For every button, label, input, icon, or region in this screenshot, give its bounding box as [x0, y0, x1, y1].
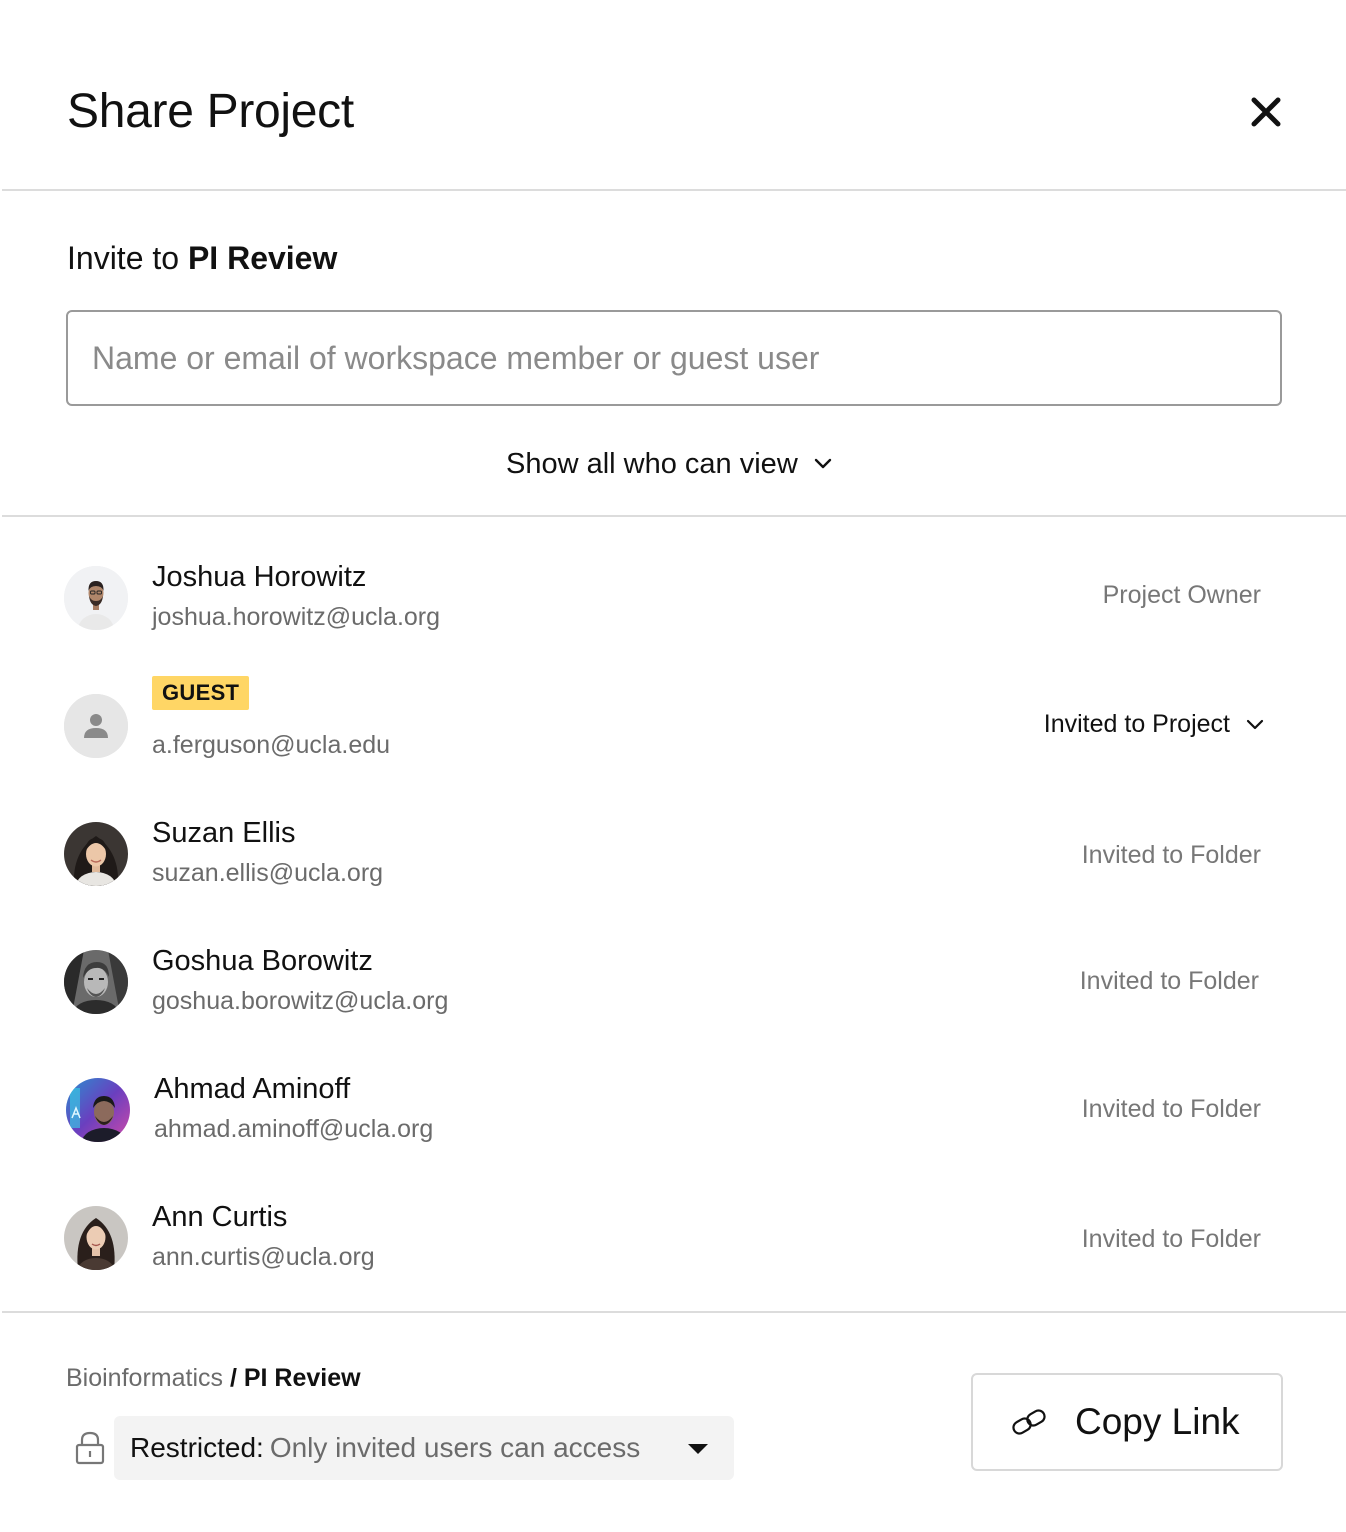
close-icon — [1251, 97, 1281, 127]
invite-search-input[interactable] — [68, 312, 1280, 404]
invite-search-box[interactable] — [66, 310, 1282, 406]
invite-heading: Invite to PI Review — [67, 240, 337, 277]
avatar — [64, 1206, 128, 1270]
lock-icon — [75, 1431, 105, 1465]
avatar — [66, 1078, 130, 1142]
member-email: joshua.horowitz@ucla.org — [152, 603, 441, 631]
list-divider — [2, 515, 1346, 517]
footer-divider — [2, 1311, 1346, 1313]
close-button[interactable] — [1244, 90, 1288, 134]
member-name: Goshua Borowitz — [152, 945, 373, 977]
access-label: Restricted: — [130, 1432, 264, 1463]
dialog-header: Share Project — [0, 0, 1346, 191]
invite-project-name: PI Review — [187, 240, 338, 276]
avatar — [64, 950, 128, 1014]
link-icon — [1012, 1409, 1046, 1435]
chevron-down-icon — [1246, 719, 1264, 729]
member-email: goshua.borowitz@ucla.org — [152, 987, 449, 1015]
member-role: Project Owner — [1102, 581, 1261, 609]
member-name: Suzan Ellis — [152, 817, 296, 849]
caret-down-icon — [688, 1444, 708, 1454]
member-email: a.ferguson@ucla.edu — [152, 731, 391, 759]
member-name: Joshua Horowitz — [152, 561, 367, 593]
header-divider — [2, 189, 1346, 191]
avatar — [64, 694, 128, 758]
breadcrumb-parent[interactable]: Bioinformatics — [66, 1364, 223, 1392]
member-role: Invited to Folder — [1081, 841, 1261, 869]
member-role: Invited to Folder — [1079, 967, 1259, 995]
member-email: ahmad.aminoff@ucla.org — [154, 1115, 434, 1143]
member-name: Ahmad Aminoff — [154, 1073, 351, 1105]
member-email: suzan.ellis@ucla.org — [152, 859, 384, 887]
avatar — [64, 566, 128, 630]
member-email: ann.curtis@ucla.org — [152, 1243, 375, 1271]
show-all-label: Show all who can view — [506, 447, 798, 480]
invite-prefix: Invite to — [67, 240, 180, 276]
guest-badge: GUEST — [152, 676, 250, 710]
dialog-title: Share Project — [67, 85, 354, 138]
member-role: Invited to Folder — [1081, 1225, 1261, 1253]
member-role: Invited to Folder — [1081, 1095, 1261, 1123]
chevron-down-icon — [814, 458, 831, 469]
avatar — [64, 822, 128, 886]
breadcrumb-current: PI Review — [243, 1364, 361, 1392]
copy-link-label: Copy Link — [1075, 1401, 1240, 1442]
breadcrumb-separator: / — [229, 1364, 237, 1392]
member-name: Ann Curtis — [152, 1201, 288, 1233]
person-icon — [64, 694, 128, 758]
member-role: Invited to Project — [1043, 710, 1230, 738]
access-level-select[interactable]: Restricted: Only invited users can acces… — [114, 1416, 734, 1480]
member-role-dropdown[interactable]: Invited to Project — [1044, 710, 1264, 739]
access-description: Only invited users can access — [269, 1432, 641, 1463]
show-all-who-can-view-toggle[interactable]: Show all who can view — [506, 444, 832, 484]
copy-link-button[interactable]: Copy Link — [971, 1373, 1283, 1471]
breadcrumb: Bioinformatics / PI Review — [66, 1364, 361, 1393]
